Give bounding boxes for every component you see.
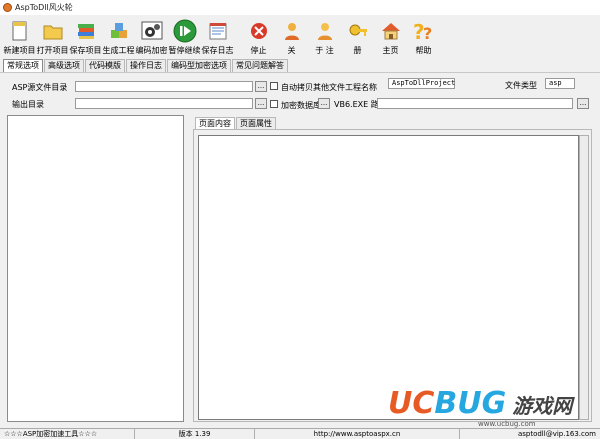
- editor-scrollbar[interactable]: [579, 135, 589, 420]
- tab-code-template[interactable]: 代码模版: [85, 59, 125, 72]
- status-email: asptodll@vip.163.com: [517, 430, 596, 438]
- project-name-label: 工程名称: [345, 83, 377, 92]
- save-project-button[interactable]: 保存项目: [69, 15, 102, 58]
- status-bar: ☆☆☆ASP加密加速工具☆☆☆ 版本 1.39 http://www.aspto…: [0, 428, 600, 439]
- asp-dir-label: ASP源文件目录: [12, 83, 68, 92]
- watermark-uc: UC: [388, 386, 435, 421]
- output-dir-input[interactable]: [75, 98, 253, 109]
- project-name-input[interactable]: AspToDllProject: [388, 78, 455, 89]
- asp-dir-input[interactable]: [75, 81, 253, 92]
- register-button[interactable]: 册: [341, 15, 374, 58]
- key-icon: [345, 18, 370, 43]
- cubes-icon: [106, 18, 131, 43]
- vb-path-browse-button[interactable]: ...: [577, 98, 589, 109]
- status-product: ☆☆☆ASP加密加速工具☆☆☆: [0, 429, 135, 439]
- play-pause-icon: [172, 18, 197, 43]
- auto-copy-checkbox[interactable]: [270, 82, 278, 90]
- gears-icon: [139, 18, 164, 43]
- auto-copy-label: 自动拷贝其他文件: [281, 83, 345, 92]
- stop-icon: [246, 18, 271, 43]
- status-version: 版本 1.39: [135, 429, 255, 439]
- output-dir-label: 输出目录: [12, 100, 44, 109]
- home-button[interactable]: 主页: [374, 15, 407, 58]
- watermark-bug: BUG: [434, 386, 507, 421]
- house-icon: [378, 18, 403, 43]
- encrypt-button[interactable]: 编码加密: [135, 15, 168, 58]
- file-type-label: 文件类型: [505, 81, 537, 90]
- tab-general[interactable]: 常规选项: [3, 59, 43, 72]
- stop-button[interactable]: 停止: [242, 15, 275, 58]
- help-button[interactable]: ?? 帮助: [407, 15, 440, 58]
- info-person-icon: [312, 18, 337, 43]
- encrypt-db-browse-button[interactable]: ...: [318, 98, 330, 109]
- notepad-icon: [205, 18, 230, 43]
- title-bar: AspToDll风火轮: [0, 0, 600, 15]
- svg-text:?: ?: [423, 24, 432, 43]
- close-button[interactable]: 关: [275, 15, 308, 58]
- window-title: AspToDll风火轮: [15, 3, 73, 12]
- tab-advanced[interactable]: 高级选项: [44, 59, 84, 72]
- tab-operation-log[interactable]: 操作日志: [126, 59, 166, 72]
- encrypt-db-label: 加密数据库: [281, 101, 321, 110]
- pause-resume-button[interactable]: 暂停继续: [168, 15, 201, 58]
- watermark-url: www.ucbug.com: [478, 420, 536, 428]
- about-button[interactable]: 于 注: [308, 15, 341, 58]
- page-sub-tabs: 页面内容 页面属性: [195, 117, 277, 129]
- ucbug-watermark: UC BUG 游戏网: [388, 386, 572, 421]
- build-project-button[interactable]: 生成工程: [102, 15, 135, 58]
- watermark-cn: 游戏网: [512, 394, 573, 418]
- asp-dir-browse-button[interactable]: ...: [255, 81, 267, 92]
- new-document-icon: [7, 18, 32, 43]
- tab-encryption-options[interactable]: 编码型加密选项: [167, 59, 231, 72]
- tab-page-properties[interactable]: 页面属性: [236, 117, 276, 129]
- tab-page-content[interactable]: 页面内容: [195, 117, 235, 129]
- help-icon: ??: [411, 18, 436, 43]
- file-type-input[interactable]: asp: [545, 78, 575, 89]
- output-dir-browse-button[interactable]: ...: [255, 98, 267, 109]
- save-log-button[interactable]: 保存日志: [201, 15, 234, 58]
- page-content-editor[interactable]: [198, 135, 579, 420]
- open-project-button[interactable]: 打开项目: [36, 15, 69, 58]
- books-icon: [73, 18, 98, 43]
- new-project-button[interactable]: 新建项目: [3, 15, 36, 58]
- tab-faq[interactable]: 常见问题解答: [232, 59, 288, 72]
- toolbar: 新建项目 打开项目 保存项目 生成工程 编码加密 暂停继续 保存日志 停止 关 …: [0, 15, 600, 58]
- file-tree-list[interactable]: [7, 115, 184, 422]
- vb-path-input[interactable]: [377, 98, 573, 109]
- person-icon: [279, 18, 304, 43]
- folder-open-icon: [40, 18, 65, 43]
- app-icon: [3, 3, 12, 12]
- encrypt-db-checkbox[interactable]: [270, 100, 278, 108]
- status-website: http://www.asptoaspx.cn: [255, 429, 460, 439]
- main-tabs: 常规选项 高级选项 代码模版 操作日志 编码型加密选项 常见问题解答: [3, 59, 289, 72]
